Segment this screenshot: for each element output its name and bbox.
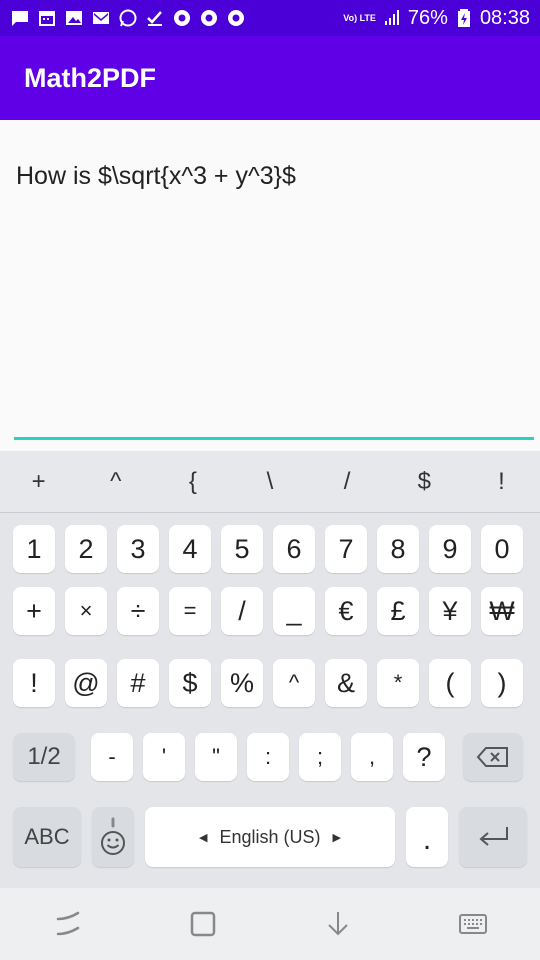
- key-3[interactable]: 3: [117, 525, 159, 573]
- key-percent[interactable]: %: [221, 659, 263, 707]
- notification-icons: [10, 8, 246, 28]
- key-won[interactable]: ₩: [481, 587, 523, 635]
- key-left-paren[interactable]: (: [429, 659, 471, 707]
- signal-icon: [382, 8, 402, 28]
- key-6[interactable]: 6: [273, 525, 315, 573]
- clock: 08:38: [479, 6, 530, 29]
- key-at[interactable]: @: [65, 659, 107, 707]
- quick-key-backslash[interactable]: \: [231, 451, 308, 512]
- key-apostrophe[interactable]: ': [143, 733, 185, 781]
- emoji-icon: [101, 817, 125, 855]
- emoji-key[interactable]: [92, 807, 134, 867]
- key-caret[interactable]: ^: [273, 659, 315, 707]
- key-1[interactable]: 1: [13, 525, 55, 573]
- whatsapp-icon: [118, 8, 138, 28]
- backspace-key[interactable]: [463, 733, 523, 781]
- check-icon: [145, 8, 165, 28]
- message-icon: [10, 8, 30, 28]
- chrome-icon: [172, 8, 192, 28]
- key-7[interactable]: 7: [325, 525, 367, 573]
- key-semicolon[interactable]: ;: [299, 733, 341, 781]
- chrome-icon: [199, 8, 219, 28]
- key-quote[interactable]: ": [195, 733, 237, 781]
- latex-editor[interactable]: How is $\sqrt{x^3 + y^3}$: [0, 120, 540, 451]
- editor-underline: [14, 437, 534, 440]
- quick-key-caret[interactable]: ^: [77, 451, 154, 512]
- language-right-icon: ▶: [332, 831, 341, 844]
- key-divide[interactable]: ÷: [117, 587, 159, 635]
- system-status: Vo) LTE 76% 08:38: [343, 7, 530, 30]
- key-minus[interactable]: -: [91, 733, 133, 781]
- home-icon: [190, 911, 215, 937]
- key-dollar[interactable]: $: [169, 659, 211, 707]
- space-key[interactable]: ◀ English (US) ▶: [145, 807, 395, 867]
- enter-icon: [479, 827, 508, 846]
- volte-label: Vo) LTE: [343, 12, 376, 23]
- keyboard: + ^ { \ / $ ! 1 2 3 4 5 6 7 8 9 0 + × ÷ …: [0, 451, 540, 888]
- key-plus[interactable]: +: [13, 587, 55, 635]
- key-ampersand[interactable]: &: [325, 659, 367, 707]
- key-0[interactable]: 0: [481, 525, 523, 573]
- quick-symbol-row: + ^ { \ / $ !: [0, 451, 540, 513]
- arrow-down-icon: [327, 912, 348, 936]
- gmail-icon: [91, 8, 111, 28]
- key-multiply[interactable]: ×: [65, 587, 107, 635]
- app-bar: Math2PDF: [0, 36, 540, 120]
- keyboard-icon: [458, 914, 487, 934]
- calendar-icon: [37, 8, 57, 28]
- battery-percent: 76%: [407, 6, 448, 29]
- language-left-icon: ◀: [199, 831, 208, 844]
- recents-button[interactable]: [48, 904, 88, 944]
- key-hash[interactable]: #: [117, 659, 159, 707]
- key-equals[interactable]: =: [169, 587, 211, 635]
- navigation-bar: [0, 888, 540, 960]
- key-2[interactable]: 2: [65, 525, 107, 573]
- editor-text[interactable]: How is $\sqrt{x^3 + y^3}$: [16, 162, 296, 191]
- key-yen[interactable]: ¥: [429, 587, 471, 635]
- key-underscore[interactable]: _: [273, 587, 315, 635]
- quick-key-slash[interactable]: /: [309, 451, 386, 512]
- enter-key[interactable]: [459, 807, 527, 867]
- key-symbol-page[interactable]: 1/2: [13, 733, 75, 781]
- quick-key-dollar[interactable]: $: [386, 451, 463, 512]
- key-pound[interactable]: £: [377, 587, 419, 635]
- battery-icon: [454, 8, 474, 28]
- key-4[interactable]: 4: [169, 525, 211, 573]
- home-button[interactable]: [183, 904, 223, 944]
- photo-icon: [64, 8, 84, 28]
- key-right-paren[interactable]: ): [481, 659, 523, 707]
- backspace-icon: [476, 747, 508, 767]
- key-exclaim[interactable]: !: [13, 659, 55, 707]
- key-9[interactable]: 9: [429, 525, 471, 573]
- key-euro[interactable]: €: [325, 587, 367, 635]
- recents-icon: [56, 911, 79, 936]
- key-colon[interactable]: :: [247, 733, 289, 781]
- abc-key[interactable]: ABC: [13, 807, 81, 867]
- space-language-label: English (US): [219, 826, 321, 847]
- key-comma[interactable]: ,: [351, 733, 393, 781]
- key-question[interactable]: ?: [403, 733, 445, 781]
- hide-keyboard-button[interactable]: [318, 904, 358, 944]
- keyboard-switch-button[interactable]: [453, 904, 493, 944]
- quick-key-exclaim[interactable]: !: [463, 451, 540, 512]
- quick-key-brace[interactable]: {: [154, 451, 231, 512]
- period-key[interactable]: .: [406, 807, 448, 867]
- app-title: Math2PDF: [24, 62, 157, 93]
- status-bar: Vo) LTE 76% 08:38: [0, 0, 540, 36]
- key-8[interactable]: 8: [377, 525, 419, 573]
- key-asterisk[interactable]: *: [377, 659, 419, 707]
- key-5[interactable]: 5: [221, 525, 263, 573]
- chrome-icon: [226, 8, 246, 28]
- key-slash[interactable]: /: [221, 587, 263, 635]
- quick-key-plus[interactable]: +: [0, 451, 77, 512]
